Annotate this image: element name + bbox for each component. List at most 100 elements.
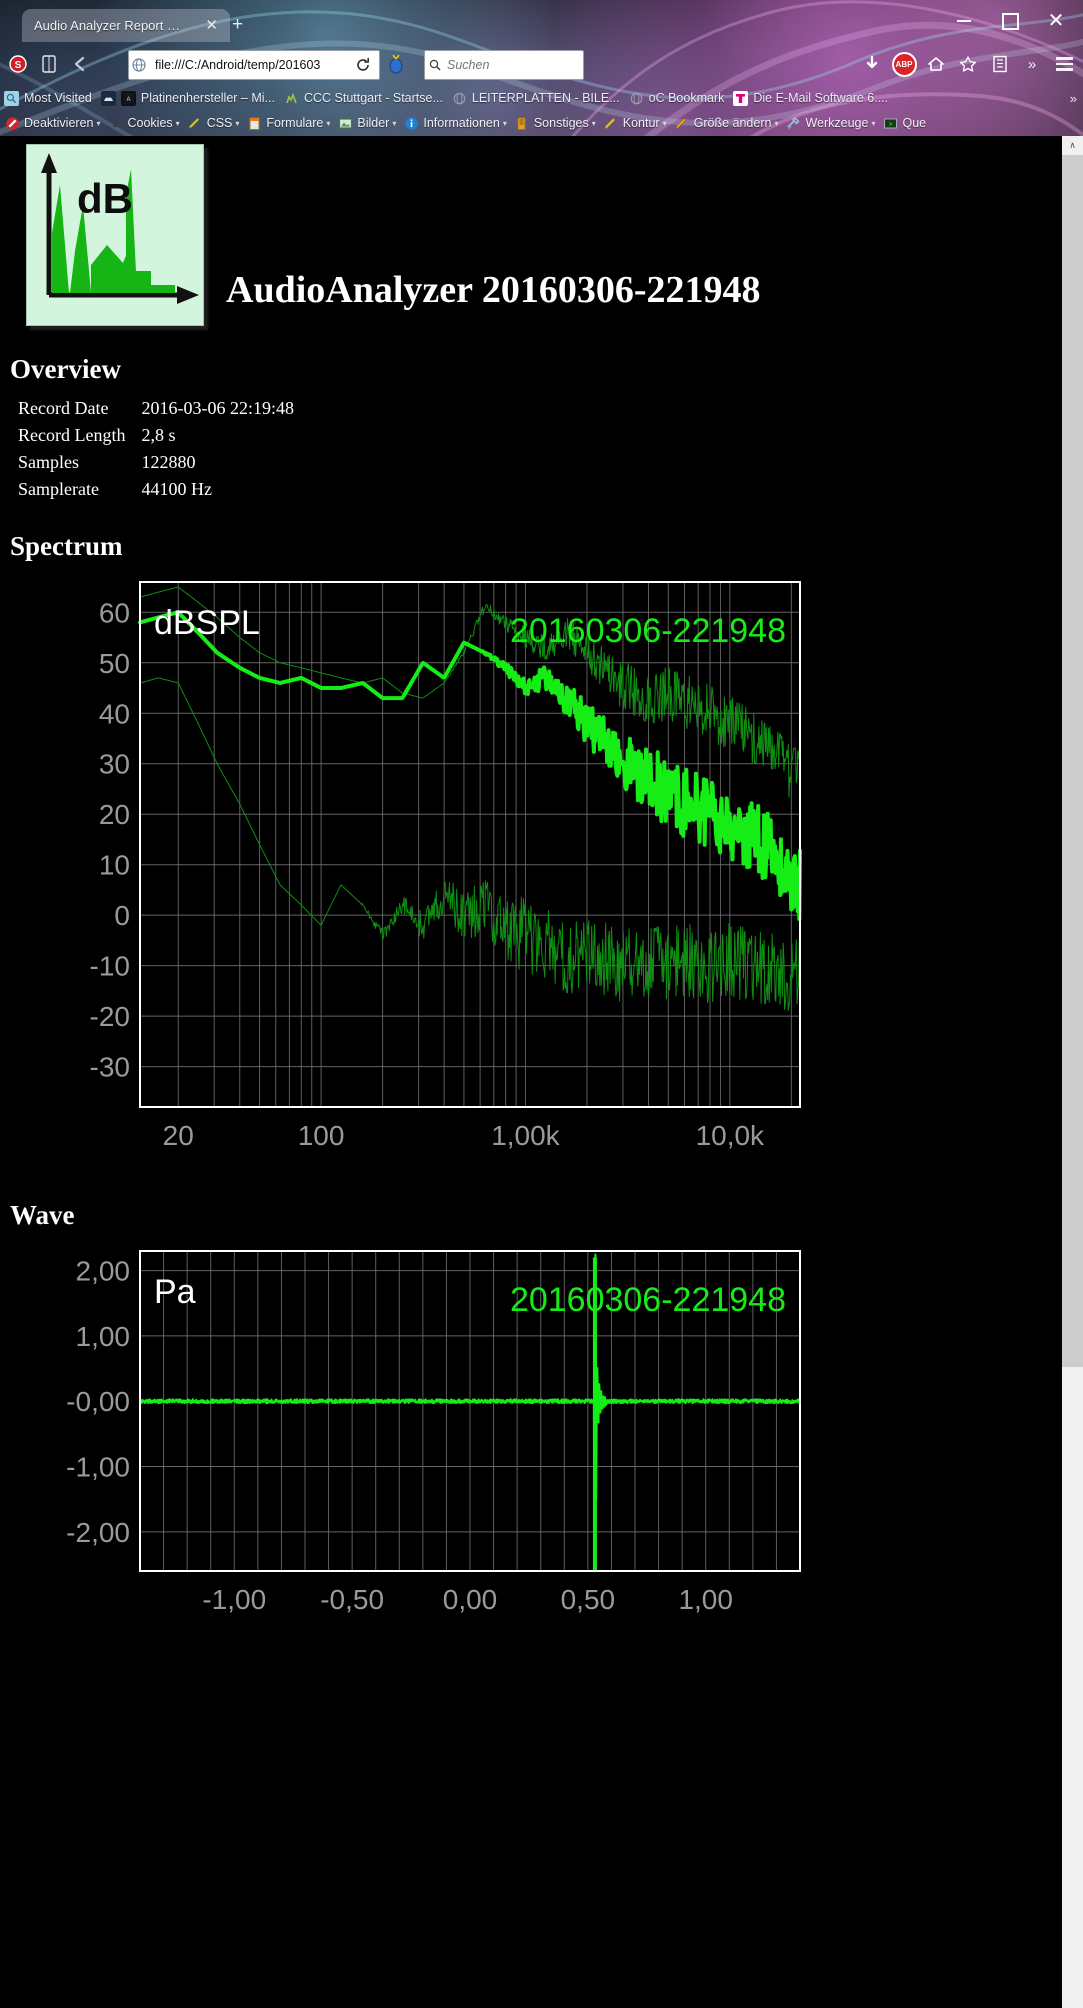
bookmarks-overflow-icon[interactable]: »	[1070, 91, 1077, 106]
most-visited-icon	[4, 90, 19, 106]
vertical-scrollbar[interactable]: ∧	[1062, 136, 1083, 2008]
y-tick-label: -0,00	[66, 1386, 130, 1417]
telekom-icon	[733, 90, 749, 106]
site-favicon	[100, 90, 116, 106]
wave-chart: 2,00 1,00 -0,00 -1,00 -2,00 -1,00 -0,50 0,00 0,5…	[66, 1250, 801, 1615]
bookmark-item[interactable]: Die E-Mail Software 6....	[733, 90, 888, 106]
devtool-quellcode[interactable]: > Que	[882, 115, 926, 131]
devtool-css[interactable]: CSS ▾	[187, 115, 239, 131]
overview-key: Samples	[18, 452, 79, 472]
home-icon[interactable]	[921, 50, 951, 78]
reload-icon[interactable]	[352, 54, 374, 76]
devtool-kontur[interactable]: Kontur ▾	[603, 115, 667, 131]
y-tick-label: 1,00	[76, 1321, 131, 1352]
chevron-down-icon: ▾	[96, 118, 101, 128]
bookmark-item[interactable]: A Platinenhersteller – Mi...	[100, 90, 275, 106]
devtool-groesse-aendern[interactable]: Größe ändern ▾	[674, 115, 778, 131]
wave-figure: 2,00 1,00 -0,00 -1,00 -2,00 -1,00 -0,50 0,00 0,5…	[10, 1241, 1052, 1661]
tab-close-icon[interactable]: ✕	[205, 18, 218, 33]
chevron-down-icon: ▾	[662, 118, 667, 128]
overview-value: 2,8 s	[141, 425, 176, 445]
disable-icon	[4, 115, 20, 131]
minimize-button[interactable]	[941, 4, 987, 38]
table-row: Record Length 2,8 s	[18, 422, 294, 449]
unit-label: Pa	[154, 1273, 196, 1311]
logo-db-text: dB	[77, 175, 133, 222]
reader-list-icon[interactable]	[985, 50, 1015, 78]
browser-tab[interactable]: Audio Analyzer Report 20160... ✕	[22, 9, 230, 42]
devtool-label: CSS	[206, 116, 233, 130]
close-icon: ✕	[1047, 10, 1065, 32]
misc-icon	[514, 115, 530, 131]
unit-label: dBSPL	[154, 604, 260, 642]
table-row: Samples 122880	[18, 449, 294, 476]
devtool-label: Bilder	[357, 116, 390, 130]
overview-key: Record Length	[18, 425, 126, 445]
y-tick-label: 40	[99, 698, 130, 729]
bookmark-item[interactable]: CCC Stuttgart - Startse...	[284, 91, 443, 106]
close-button[interactable]: ✕	[1033, 4, 1079, 38]
browser-window: Audio Analyzer Report 20160... ✕ + ✕ S	[0, 0, 1083, 2008]
y-tick-label: 20	[99, 799, 130, 830]
chevron-down-icon: ▾	[871, 118, 876, 128]
hamburger-lines	[1055, 57, 1073, 71]
scrollbar-thumb[interactable]	[1062, 155, 1083, 1367]
y-tick-label: -30	[90, 1052, 130, 1083]
title-bar: Audio Analyzer Report 20160... ✕ + ✕	[0, 0, 1083, 42]
y-tick-label: -1,00	[66, 1452, 130, 1483]
css-pencil-icon	[187, 115, 203, 131]
devtool-werkzeuge[interactable]: Werkzeuge ▾	[785, 115, 875, 131]
firebug-icon[interactable]	[385, 54, 407, 76]
chevron-down-icon: ▾	[392, 118, 397, 128]
site-favicon	[284, 91, 299, 106]
y-tick-label: -10	[90, 951, 130, 982]
svg-text:>: >	[889, 120, 893, 127]
source-view-icon: >	[882, 115, 898, 131]
address-bar[interactable]: file:///C:/Android/temp/201603	[128, 50, 380, 80]
resize-pencil-icon	[674, 115, 690, 131]
devtool-cookies[interactable]: Cookies ▾	[108, 115, 180, 131]
devtool-formulare[interactable]: Formulare ▾	[246, 115, 330, 131]
legend-label: 20160306-221948	[510, 612, 786, 650]
x-tick-label: -0,50	[320, 1584, 384, 1615]
spectrum-figure: 60 50 40 30 20 10 0 -10 -20 -30 20 100 1,00k 10,0k dBS…	[10, 572, 1052, 1172]
menu-hamburger-icon[interactable]	[1049, 50, 1079, 78]
site-favicon	[629, 91, 644, 106]
outline-pencil-icon	[603, 115, 619, 131]
bookmark-star-icon[interactable]	[953, 50, 983, 78]
scriptblock-icon[interactable]: S	[5, 51, 31, 77]
y-tick-label: 50	[99, 648, 130, 679]
devtool-informationen[interactable]: Informationen ▾	[403, 115, 507, 131]
devtool-bilder[interactable]: Bilder ▾	[337, 115, 396, 131]
overflow-chevron-icon[interactable]: »	[1017, 50, 1047, 78]
bookmark-item[interactable]: LEITERPLATTEN - BILE...	[452, 91, 620, 106]
report-header: dB AudioAnalyzer 20160306-221948	[10, 144, 1052, 326]
maximize-button[interactable]	[987, 4, 1033, 38]
search-input[interactable]: Suchen	[424, 50, 584, 80]
page-title: AudioAnalyzer 20160306-221948	[226, 269, 761, 311]
scroll-up-button[interactable]: ∧	[1062, 136, 1083, 155]
window-controls: ✕	[941, 0, 1079, 42]
downloads-icon[interactable]	[857, 50, 887, 78]
overview-key: Record Date	[18, 398, 109, 418]
adblockplus-icon[interactable]: ABP	[889, 50, 919, 78]
aur-favicon: A	[120, 90, 136, 106]
devtool-deaktivieren[interactable]: Deaktivieren ▾	[4, 115, 101, 131]
overview-key: Samplerate	[18, 479, 99, 499]
x-tick-label: 0,50	[561, 1584, 616, 1615]
spectrum-chart: 6050403020100-10-20-3020 100 1,00k 10,0kdBS…	[90, 581, 802, 1151]
back-arrow-icon[interactable]	[67, 51, 93, 77]
x-tick-label: 20	[163, 1120, 194, 1151]
devtool-label: Cookies	[127, 116, 173, 130]
audioanalyzer-logo-icon: dB	[26, 144, 204, 326]
devtool-sonstiges[interactable]: Sonstiges ▾	[514, 115, 596, 131]
bookmark-label: oC Bookmark	[648, 91, 725, 105]
bookmark-item[interactable]: Most Visited	[4, 90, 92, 106]
responsive-view-icon[interactable]	[36, 51, 62, 77]
table-row: Record Date 2016-03-06 22:19:48	[18, 395, 294, 422]
bookmark-item[interactable]: oC Bookmark	[629, 91, 725, 106]
abp-badge: ABP	[891, 51, 917, 77]
y-tick-label: 30	[99, 749, 130, 780]
new-tab-button[interactable]: +	[232, 15, 243, 34]
x-tick-label: 1,00	[678, 1584, 733, 1615]
